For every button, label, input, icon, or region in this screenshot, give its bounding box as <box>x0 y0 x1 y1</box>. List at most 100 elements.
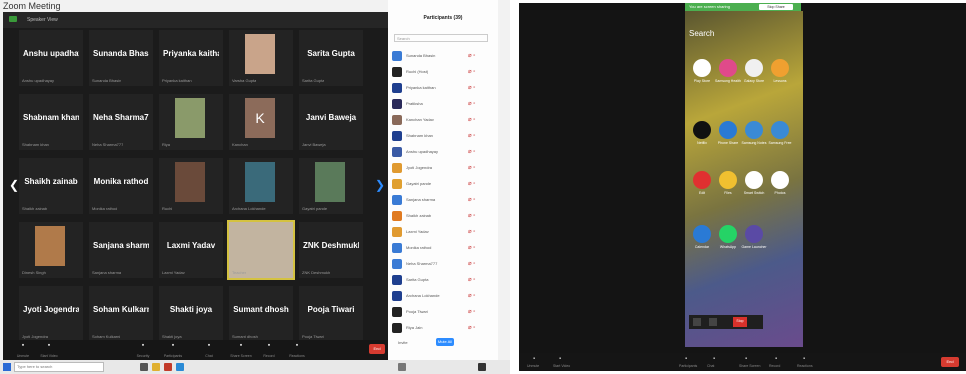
participant-row[interactable]: Priyanka kaithan ⌀ ▫ <box>392 80 492 96</box>
participant-row[interactable]: Neha Sharma777 ⌀ ▫ <box>392 256 492 272</box>
draw-icon[interactable] <box>709 318 717 326</box>
participant-tile[interactable]: Shabnam khan Shabnam khan <box>19 94 83 150</box>
app-icon[interactable] <box>693 59 711 77</box>
app-icon[interactable] <box>745 121 763 139</box>
participant-row[interactable]: Pooja Tiwari ⌀ ▫ <box>392 304 492 320</box>
participant-row[interactable]: Monika rathod ⌀ ▫ <box>392 240 492 256</box>
app-icon[interactable] <box>693 171 711 189</box>
participant-row[interactable]: Sunanda Bhasin ⌀ ▫ <box>392 48 492 64</box>
stop-share-button[interactable]: Stop Share <box>759 4 793 10</box>
participant-tile[interactable]: Priyanka kaithan Priyanka kaithan <box>159 30 223 86</box>
participant-row[interactable]: Ruchi (Host) ⌀ ▫ <box>392 64 492 80</box>
chrome-icon[interactable] <box>164 363 172 371</box>
mic-muted-icon[interactable]: ⌀ ▫ <box>468 116 475 123</box>
app-icon[interactable] <box>693 225 711 243</box>
pause-icon[interactable] <box>693 318 701 326</box>
control-icon[interactable]: ▪ <box>775 356 777 362</box>
tray-icons[interactable] <box>398 363 406 371</box>
app-icon[interactable] <box>719 59 737 77</box>
mic-muted-icon[interactable]: ⌀ ▫ <box>468 52 475 59</box>
end-meeting-button-right[interactable]: End <box>941 357 959 367</box>
task-view-icon[interactable] <box>140 363 148 371</box>
app-icon[interactable] <box>745 225 763 243</box>
participant-tile[interactable]: Sanjana sharma Sanjana sharma <box>89 222 153 278</box>
participant-row[interactable]: Shabnam khan ⌀ ▫ <box>392 128 492 144</box>
participant-tile[interactable]: Teacher <box>227 220 295 280</box>
file-explorer-icon[interactable] <box>152 363 160 371</box>
control-icon[interactable]: ▪ <box>745 356 747 362</box>
participant-tile[interactable]: Archana Lokhande <box>229 158 293 214</box>
participant-tile[interactable]: Sunanda Bhasi... Sunanda Bhasin <box>89 30 153 86</box>
prev-page-icon[interactable]: ❮ <box>9 178 19 192</box>
participant-tile[interactable]: Anshu upadhayay Anshu upadhayay <box>19 30 83 86</box>
mic-muted-icon[interactable]: ⌀ ▫ <box>468 212 475 219</box>
mic-muted-icon[interactable]: ⌀ ▫ <box>468 260 475 267</box>
participant-tile[interactable]: Shaikh zainab Shaikh zainab <box>19 158 83 214</box>
app-icon[interactable] <box>771 59 789 77</box>
participant-row[interactable]: Anshu upadhayay ⌀ ▫ <box>392 144 492 160</box>
control-icon[interactable]: ▪ <box>533 356 535 362</box>
taskbar-search-input[interactable]: Type here to search <box>14 362 104 372</box>
participant-row[interactable]: Jyoti Jogendra ⌀ ▫ <box>392 160 492 176</box>
app-icon[interactable] <box>693 121 711 139</box>
stop-recording-button[interactable]: Stop <box>733 317 747 327</box>
notification-icon[interactable] <box>478 363 486 371</box>
participant-tile[interactable]: Laxmi Yadav Laxmi Yadav <box>159 222 223 278</box>
mute-all-button[interactable]: Mute All <box>436 338 454 346</box>
participant-tile[interactable]: Varsha Gupta <box>229 30 293 86</box>
mic-muted-icon[interactable]: ⌀ ▫ <box>468 100 475 107</box>
participant-tile[interactable]: Ruchi <box>159 158 223 214</box>
windows-start-icon[interactable] <box>3 363 11 371</box>
participant-tile[interactable]: Sarita Gupta Sarita Gupta <box>299 30 363 86</box>
control-icon[interactable]: ▪ <box>803 356 805 362</box>
mic-muted-icon[interactable]: ⌀ ▫ <box>468 148 475 155</box>
participant-row[interactable]: Pratiksha ⌀ ▫ <box>392 96 492 112</box>
participant-tile[interactable]: Soham Kulkarni Soham Kulkarni <box>89 286 153 342</box>
participant-tile[interactable]: Janvi Baweja Janvi Baweja <box>299 94 363 150</box>
participant-tile[interactable]: Neha Sharma777 Neha Sharma777 <box>89 94 153 150</box>
zoom-app-icon[interactable] <box>176 363 184 371</box>
mic-muted-icon[interactable]: ⌀ ▫ <box>468 164 475 171</box>
phone-search-label[interactable]: Search <box>689 29 714 38</box>
participant-tile[interactable]: Pooja Tiwari Pooja Tiwari <box>299 286 363 342</box>
participant-row[interactable]: Kanchan Yadav ⌀ ▫ <box>392 112 492 128</box>
participant-row[interactable]: Laxmi Yadav ⌀ ▫ <box>392 224 492 240</box>
app-icon[interactable] <box>719 171 737 189</box>
mic-muted-icon[interactable]: ⌀ ▫ <box>468 196 475 203</box>
participant-tile[interactable]: Riya <box>159 94 223 150</box>
participant-tile[interactable]: Dinesh Singh <box>19 222 83 278</box>
participant-tile[interactable]: Monika rathod Monika rathod <box>89 158 153 214</box>
mic-muted-icon[interactable]: ⌀ ▫ <box>468 132 475 139</box>
mic-muted-icon[interactable]: ⌀ ▫ <box>468 84 475 91</box>
participant-row[interactable]: Sarita Gupta ⌀ ▫ <box>392 272 492 288</box>
control-icon[interactable]: ▪ <box>685 356 687 362</box>
participant-row[interactable]: Riya Jain ⌀ ▫ <box>392 320 492 336</box>
app-icon[interactable] <box>719 121 737 139</box>
app-icon[interactable] <box>745 59 763 77</box>
invite-button[interactable]: Invite <box>398 340 408 345</box>
participant-tile[interactable]: Sumant dhosh Sumant dhosh <box>229 286 293 342</box>
participant-row[interactable]: Shaikh zainab ⌀ ▫ <box>392 208 492 224</box>
mic-muted-icon[interactable]: ⌀ ▫ <box>468 324 475 331</box>
participant-tile[interactable]: Jyoti Jogendra S... Jyoti Jogendra <box>19 286 83 342</box>
app-icon[interactable] <box>745 171 763 189</box>
participant-row[interactable]: Archana Lokhande ⌀ ▫ <box>392 288 492 304</box>
control-icon[interactable]: ▪ <box>713 356 715 362</box>
mic-muted-icon[interactable]: ⌀ ▫ <box>468 244 475 251</box>
mic-muted-icon[interactable]: ⌀ ▫ <box>468 228 475 235</box>
mic-muted-icon[interactable]: ⌀ ▫ <box>468 276 475 283</box>
participant-row[interactable]: Gayatri pande ⌀ ▫ <box>392 176 492 192</box>
mic-muted-icon[interactable]: ⌀ ▫ <box>468 308 475 315</box>
participants-search-input[interactable]: Search <box>394 34 488 42</box>
app-icon[interactable] <box>771 171 789 189</box>
participant-tile[interactable]: K Kanchan <box>229 94 293 150</box>
participant-tile[interactable]: Gayatri pande <box>299 158 363 214</box>
participant-tile[interactable]: ZNK Deshmukh ZNK Deshmukh <box>299 222 363 278</box>
mic-muted-icon[interactable]: ⌀ ▫ <box>468 68 475 75</box>
end-meeting-button[interactable]: End <box>369 344 385 354</box>
control-icon[interactable]: ▪ <box>559 356 561 362</box>
view-toggle[interactable]: Speaker View <box>27 17 58 23</box>
mic-muted-icon[interactable]: ⌀ ▫ <box>468 292 475 299</box>
shield-icon[interactable] <box>9 16 17 22</box>
app-icon[interactable] <box>771 121 789 139</box>
